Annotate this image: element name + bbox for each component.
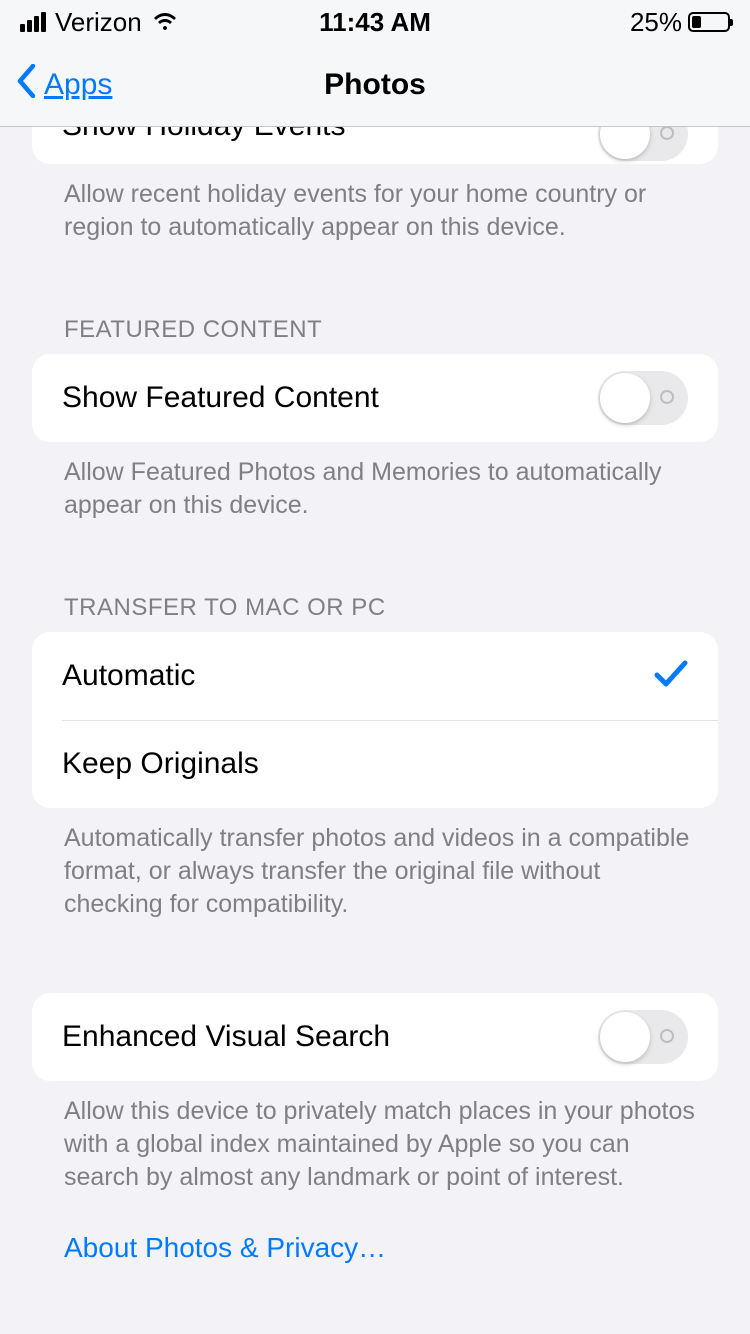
status-bar: Verizon 11:43 AM 25%	[0, 0, 750, 44]
content-scroll[interactable]: Show Holiday Events Allow recent holiday…	[0, 127, 750, 1334]
visual-search-group: Enhanced Visual Search	[32, 993, 718, 1081]
battery-percent: 25%	[630, 7, 682, 38]
section-footer: Allow recent holiday events for your hom…	[0, 164, 750, 254]
signal-icon	[20, 12, 46, 32]
checkmark-icon	[654, 659, 688, 694]
featured-content-group: Show Featured Content	[32, 354, 718, 442]
cell-label: Automatic	[62, 659, 195, 693]
page-title: Photos	[324, 68, 426, 102]
battery-icon	[688, 12, 730, 32]
cell-label: Enhanced Visual Search	[62, 1020, 390, 1054]
cell-label: Show Holiday Events	[62, 127, 345, 143]
section-footer: Automatically transfer photos and videos…	[0, 808, 750, 931]
back-label: Apps	[44, 68, 112, 102]
about-photos-privacy-link[interactable]: About Photos & Privacy…	[0, 1204, 750, 1292]
transfer-automatic-row[interactable]: Automatic	[32, 632, 718, 720]
link-label: About Photos & Privacy…	[64, 1232, 386, 1263]
enhanced-visual-search-row[interactable]: Enhanced Visual Search	[32, 993, 718, 1081]
carrier-label: Verizon	[55, 7, 142, 38]
chevron-left-icon	[16, 64, 36, 106]
section-header-transfer: TRANSFER TO MAC OR PC	[0, 594, 750, 632]
featured-content-toggle[interactable]	[598, 371, 688, 425]
section-footer: Allow Featured Photos and Memories to au…	[0, 442, 750, 532]
holiday-events-toggle[interactable]	[598, 127, 688, 161]
show-holiday-events-row[interactable]: Show Holiday Events	[32, 127, 718, 164]
visual-search-toggle[interactable]	[598, 1010, 688, 1064]
section-header-featured: FEATURED CONTENT	[0, 316, 750, 354]
status-right: 25%	[630, 7, 730, 38]
cell-label: Keep Originals	[62, 747, 259, 781]
wifi-icon	[152, 7, 178, 38]
show-featured-content-row[interactable]: Show Featured Content	[32, 354, 718, 442]
section-footer: Allow this device to privately match pla…	[0, 1081, 750, 1204]
status-time: 11:43 AM	[319, 7, 431, 38]
back-button[interactable]: Apps	[16, 64, 112, 106]
transfer-keep-originals-row[interactable]: Keep Originals	[32, 720, 718, 808]
cell-label: Show Featured Content	[62, 381, 379, 415]
transfer-group: Automatic Keep Originals	[32, 632, 718, 808]
status-left: Verizon	[20, 7, 178, 38]
nav-bar: Apps Photos	[0, 44, 750, 127]
